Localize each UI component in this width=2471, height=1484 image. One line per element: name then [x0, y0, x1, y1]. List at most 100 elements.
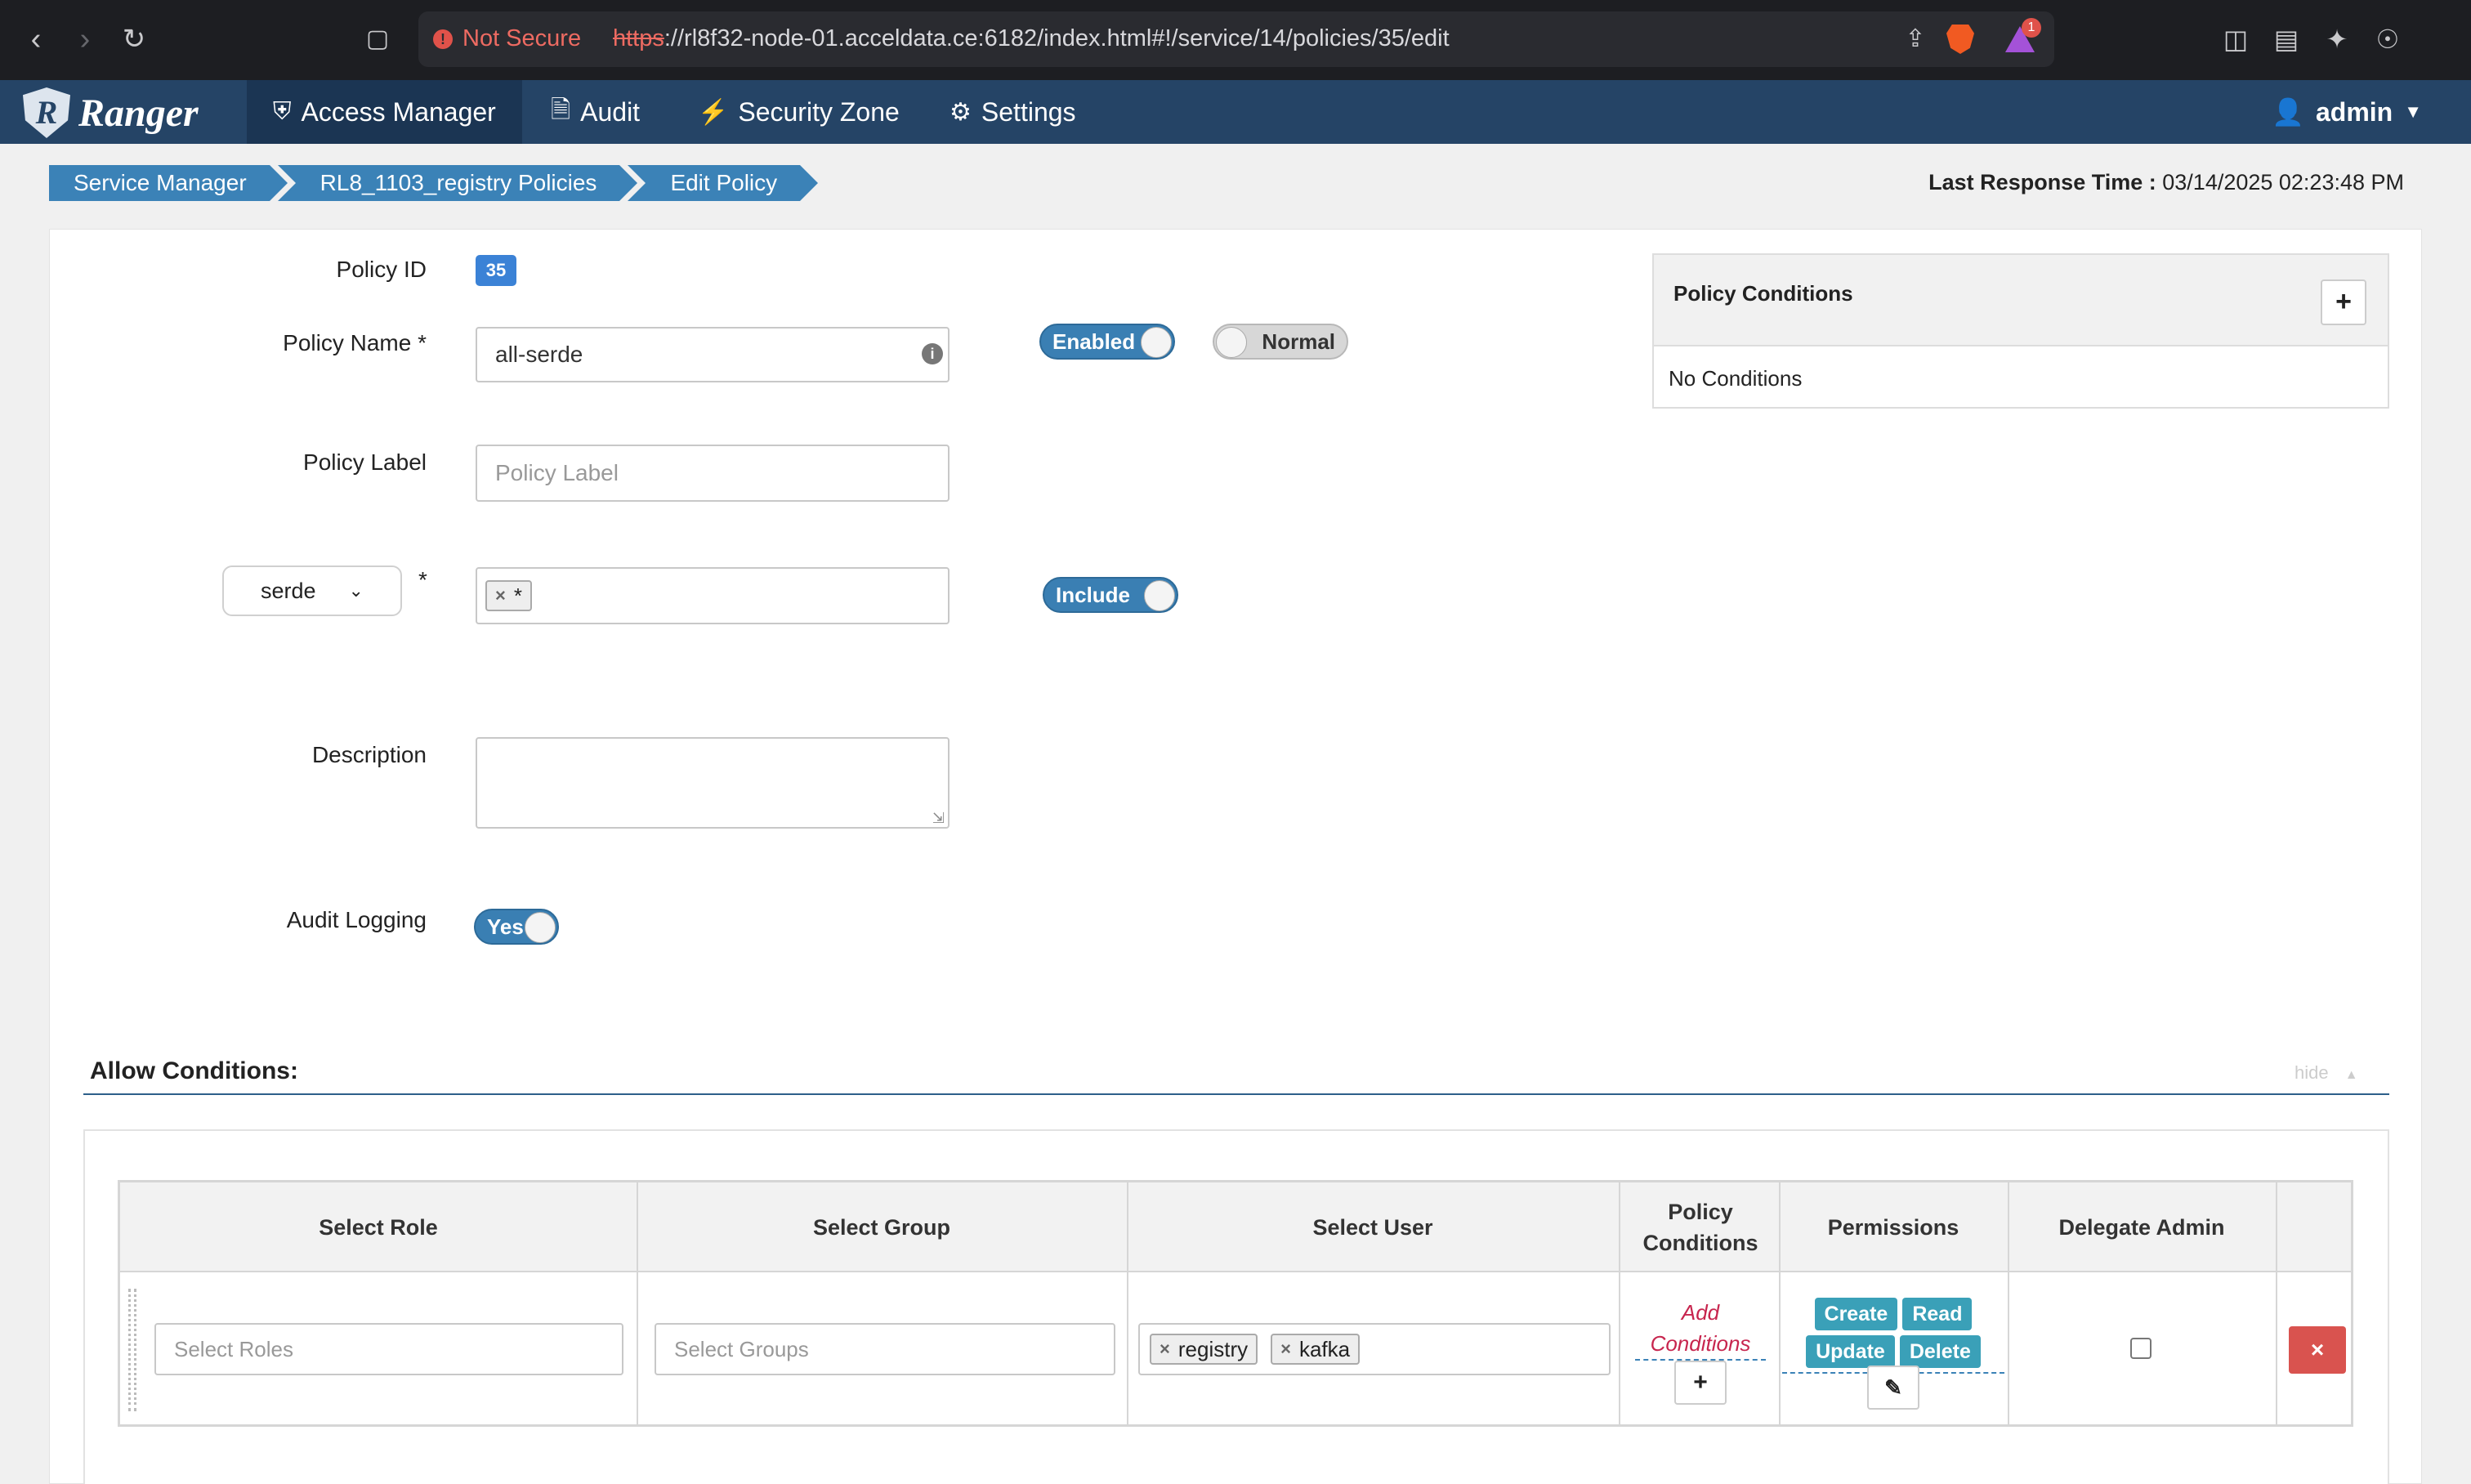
remove-icon[interactable]: × — [1280, 1339, 1291, 1360]
toggle-knob — [525, 912, 556, 943]
breadcrumb-policies[interactable]: RL8_1103_registry Policies — [277, 165, 638, 201]
required-mark: * — [418, 567, 427, 592]
column-header-user: Select User — [1312, 1215, 1433, 1240]
audit-logging-toggle[interactable]: Yes — [474, 909, 559, 945]
remove-icon[interactable]: × — [495, 585, 506, 606]
last-response-time: Last Response Time : 03/14/2025 02:23:48… — [1928, 170, 2404, 195]
hide-label: hide — [2294, 1062, 2329, 1083]
enabled-label: Enabled — [1052, 329, 1136, 354]
forward-icon[interactable]: › — [67, 21, 103, 57]
nav-label: Audit — [580, 96, 641, 127]
nav-label: Security Zone — [738, 96, 900, 127]
policy-conditions-title: Policy Conditions — [1673, 281, 1853, 306]
app-navbar: R Ranger ⛨ Access Manager 🗎 Audit ⚡ Secu… — [0, 80, 2471, 144]
hide-toggle[interactable]: hide ▲ — [2294, 1062, 2358, 1084]
wallet-icon[interactable]: ▤ — [2268, 21, 2304, 57]
resource-chip[interactable]: × * — [485, 580, 532, 611]
resource-type-value: serde — [261, 578, 316, 603]
user-chip[interactable]: × registry — [1150, 1334, 1258, 1365]
allow-conditions-table: Select Role Select Group Select User Pol… — [118, 1180, 2353, 1427]
toggle-knob — [1144, 580, 1175, 611]
select-groups-placeholder: Select Groups — [674, 1336, 809, 1361]
breadcrumb-edit-policy[interactable]: Edit Policy — [628, 165, 818, 201]
ranger-shield-icon: R — [23, 87, 70, 138]
share-icon[interactable]: ⇪ — [1899, 23, 1932, 56]
not-secure-label: Not Secure — [462, 25, 582, 51]
gear-icon: ⚙ — [950, 98, 972, 126]
breadcrumb: Service Manager RL8_1103_registry Polici… — [49, 165, 818, 201]
add-conditions-link[interactable]: Add Conditions — [1635, 1297, 1766, 1361]
notification-badge: 1 — [2022, 18, 2041, 38]
permission-update: Update — [1806, 1335, 1895, 1368]
reload-icon[interactable]: ↻ — [116, 21, 152, 57]
user-menu[interactable]: 👤 admin ▼ — [2272, 80, 2422, 144]
description-label: Description — [311, 742, 427, 767]
policy-name-label: Policy Name * — [283, 330, 427, 355]
ranger-logo[interactable]: R Ranger — [23, 87, 199, 139]
last-response-label: Last Response Time : — [1928, 170, 2156, 194]
info-icon[interactable]: i — [922, 343, 943, 364]
resource-type-select[interactable]: serde ⌄ — [222, 565, 402, 616]
user-icon: 👤 — [2272, 97, 2304, 127]
delete-row-button[interactable]: × — [2289, 1326, 2346, 1374]
address-bar[interactable]: ! Not Secure https://rl8f32-node-01.acce… — [418, 11, 2054, 67]
divider — [1619, 1182, 1620, 1424]
user-chip[interactable]: × kafka — [1271, 1334, 1361, 1365]
url-text[interactable]: https://rl8f32-node-01.acceldata.ce:6182… — [613, 25, 1450, 52]
row-drag-handle[interactable] — [128, 1289, 136, 1411]
policy-label-input[interactable]: Policy Label — [476, 445, 950, 502]
select-roles-input[interactable]: Select Roles — [154, 1323, 623, 1375]
policy-conditions-header: Policy Conditions + — [1654, 255, 2388, 346]
chip-label: kafka — [1298, 1336, 1351, 1361]
remove-icon[interactable]: × — [1160, 1339, 1170, 1360]
select-groups-input[interactable]: Select Groups — [655, 1323, 1115, 1375]
normal-toggle[interactable]: Normal — [1213, 324, 1348, 360]
file-icon: 🗎 — [551, 96, 571, 123]
divider — [83, 1093, 2389, 1095]
permission-delete: Delete — [1899, 1335, 1981, 1368]
bookmark-icon[interactable]: ▢ — [360, 21, 395, 57]
breadcrumb-service-manager[interactable]: Service Manager — [49, 165, 288, 201]
audit-logging-value: Yes — [487, 914, 524, 939]
caret-down-icon: ▼ — [2404, 101, 2422, 122]
select-roles-placeholder: Select Roles — [174, 1336, 293, 1361]
resource-values-input[interactable]: × * — [476, 567, 950, 624]
normal-label: Normal — [1262, 329, 1335, 354]
last-response-value: 03/14/2025 02:23:48 PM — [2162, 170, 2404, 194]
enabled-toggle[interactable]: Enabled — [1039, 324, 1175, 360]
brave-shield-icon[interactable] — [1946, 25, 1974, 54]
caret-up-icon: ▲ — [2344, 1068, 2358, 1082]
browser-toolbar: ‹ › ↻ ▢ ! Not Secure https://rl8f32-node… — [0, 0, 2471, 80]
back-icon[interactable]: ‹ — [18, 21, 54, 57]
column-header-group: Select Group — [812, 1215, 951, 1240]
edit-permissions-pencil-icon[interactable]: ✎ — [1867, 1366, 1919, 1410]
user-name: admin — [2315, 96, 2393, 127]
policy-id-label: Policy ID — [336, 257, 427, 282]
policy-label-label: Policy Label — [303, 449, 427, 475]
add-row-condition-button[interactable]: + — [1674, 1361, 1727, 1405]
vpn-icon[interactable]: ☉ — [2370, 21, 2406, 57]
nav-settings[interactable]: ⚙ Settings — [923, 80, 1102, 144]
sidebar-icon[interactable]: ◫ — [2218, 21, 2254, 57]
column-header-permissions: Permissions — [1827, 1215, 1959, 1240]
delegate-admin-checkbox[interactable] — [2130, 1338, 2152, 1359]
select-users-input[interactable]: × registry × kafka — [1138, 1323, 1611, 1375]
audit-logging-label: Audit Logging — [286, 907, 427, 932]
permission-read: Read — [1902, 1298, 1973, 1330]
resize-handle-icon: ⇲ — [932, 810, 945, 826]
permissions-list[interactable]: Create Read Update Delete — [1782, 1295, 2004, 1374]
column-header-delegate-admin: Delegate Admin — [2058, 1215, 2225, 1240]
policy-id-badge: 35 — [476, 255, 516, 286]
nav-access-manager[interactable]: ⛨ Access Manager — [247, 80, 522, 144]
policy-conditions-panel: Policy Conditions + No Conditions — [1652, 253, 2389, 409]
include-label: Include — [1056, 582, 1131, 607]
add-condition-button[interactable]: + — [2321, 279, 2366, 325]
include-toggle[interactable]: Include — [1043, 577, 1178, 613]
permission-create: Create — [1814, 1298, 1898, 1330]
description-textarea[interactable]: ⇲ — [476, 737, 950, 829]
ai-sparkle-icon[interactable]: ✦ — [2319, 21, 2355, 57]
nav-audit[interactable]: 🗎 Audit — [525, 80, 666, 144]
shield-icon: ⛨ — [273, 98, 292, 125]
policy-name-input[interactable]: all-serde i — [476, 327, 950, 382]
nav-security-zone[interactable]: ⚡ Security Zone — [672, 80, 926, 144]
